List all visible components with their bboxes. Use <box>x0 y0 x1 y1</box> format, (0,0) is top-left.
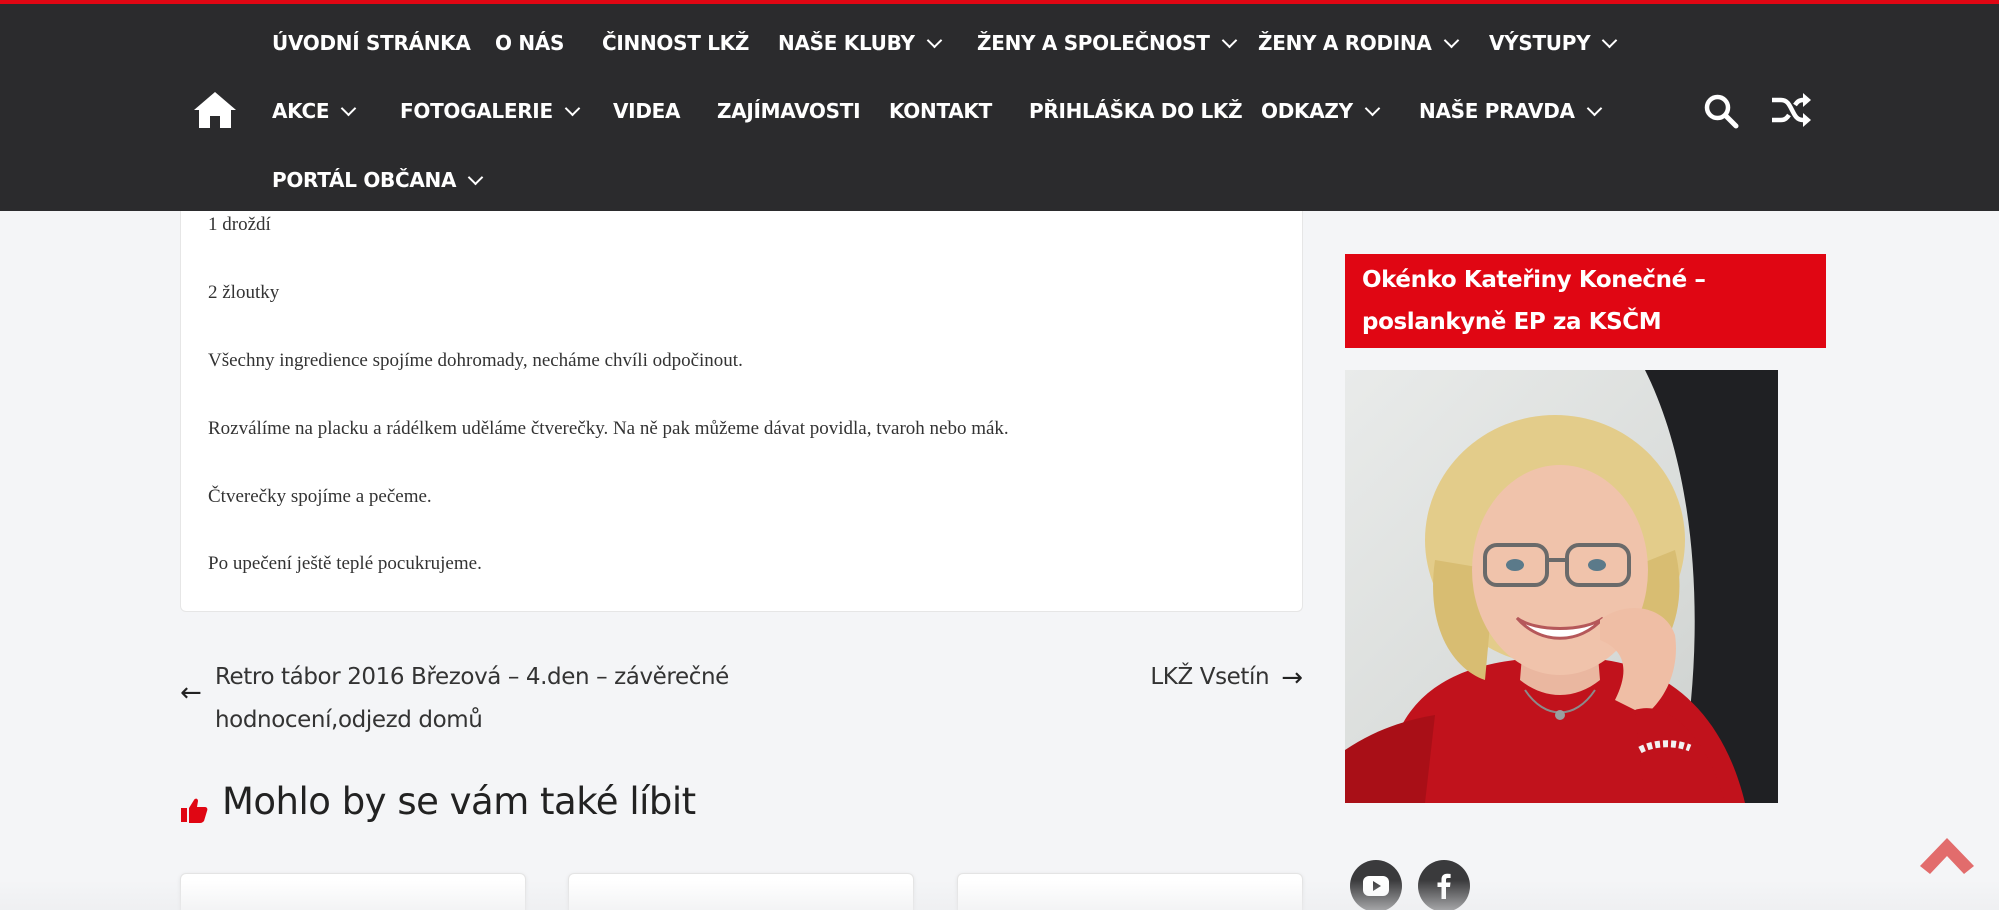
main-navigation: ÚVODNÍ STRÁNKA O NÁS ČINNOST LKŽ NAŠE KL… <box>0 0 1999 211</box>
next-post-link[interactable]: LKŽ Vsetín → <box>1150 656 1303 699</box>
chevron-down-icon <box>1443 32 1459 48</box>
nav-item-o-nas[interactable]: O NÁS <box>495 24 564 62</box>
article-paragraph: Po upečení ještě teplé pocukrujeme. <box>208 553 482 574</box>
nav-item-label: VIDEA <box>613 99 681 123</box>
nav-item-cinnost-lkz[interactable]: ČINNOST LKŽ <box>602 24 749 62</box>
chevron-down-icon <box>1364 100 1381 116</box>
nav-item-label: ŽENY A SPOLEČNOST <box>977 31 1210 55</box>
article-paragraph: 1 droždí <box>208 214 271 235</box>
youtube-icon <box>1363 876 1389 896</box>
nav-item-label: ÚVODNÍ STRÁNKA <box>272 31 471 55</box>
nav-item-kontakt[interactable]: KONTAKT <box>889 92 992 130</box>
thumbs-up-icon <box>181 798 208 823</box>
nav-item-label: O NÁS <box>495 31 565 55</box>
nav-item-vystupy[interactable]: VÝSTUPY <box>1489 24 1618 62</box>
facebook-icon <box>1437 873 1451 899</box>
nav-item-label: NAŠE KLUBY <box>778 31 915 55</box>
nav-item-label: ČINNOST LKŽ <box>602 31 750 55</box>
facebook-button[interactable] <box>1418 860 1470 910</box>
nav-item-label: VÝSTUPY <box>1489 31 1591 55</box>
chevron-down-icon <box>564 100 581 116</box>
chevron-down-icon <box>1221 32 1237 48</box>
article-card <box>180 211 1303 612</box>
nav-item-label: ŽENY A RODINA <box>1258 31 1432 55</box>
nav-item-label: KONTAKT <box>889 99 992 123</box>
chevron-down-icon <box>1586 100 1602 116</box>
chevron-down-icon <box>467 169 484 185</box>
nav-item-prihlaska[interactable]: PŘIHLÁŠKA DO LKŽ <box>1029 92 1243 130</box>
nav-item-label: PORTÁL OBČANA <box>272 168 457 192</box>
portrait-illustration <box>1345 370 1778 803</box>
nav-item-fotogalerie[interactable]: FOTOGALERIE <box>400 92 581 130</box>
article-paragraph: Všechny ingredience spojíme dohromady, n… <box>208 350 743 371</box>
nav-item-zeny-a-spolecnost[interactable]: ŽENY A SPOLEČNOST <box>977 24 1237 62</box>
related-post-card[interactable] <box>568 873 914 910</box>
nav-item-uvodni-stranka[interactable]: ÚVODNÍ STRÁNKA <box>272 24 471 62</box>
nav-item-label: FOTOGALERIE <box>400 99 553 123</box>
nav-item-zeny-a-rodina[interactable]: ŽENY A RODINA <box>1258 24 1459 62</box>
nav-item-odkazy[interactable]: ODKAZY <box>1261 92 1381 130</box>
chevron-down-icon <box>926 32 942 48</box>
article-paragraph: Rozválíme na placku a rádélkem uděláme č… <box>208 418 1009 439</box>
related-posts-heading: Mohlo by se vám také líbit <box>222 780 696 823</box>
nav-item-label: PŘIHLÁŠKA DO LKŽ <box>1029 99 1243 123</box>
related-post-card[interactable] <box>180 873 526 910</box>
nav-item-label: ZAJÍMAVOSTI <box>717 99 861 123</box>
nav-item-akce[interactable]: AKCE <box>272 92 357 130</box>
arrow-right-icon: → <box>1281 662 1303 693</box>
article-paragraph: 2 žloutky <box>208 282 280 303</box>
home-icon[interactable] <box>192 90 238 130</box>
nav-item-videa[interactable]: VIDEA <box>613 92 680 130</box>
chevron-down-icon <box>340 100 357 116</box>
nav-item-nase-kluby[interactable]: NAŠE KLUBY <box>778 24 942 62</box>
nav-item-nase-pravda[interactable]: NAŠE PRAVDA <box>1419 92 1602 130</box>
arrow-left-icon: ← <box>180 678 202 708</box>
nav-item-zajimavosti[interactable]: ZAJÍMAVOSTI <box>717 92 861 130</box>
widget-title: Okénko Kateřiny Konečné – poslankyně EP … <box>1362 267 1706 335</box>
nav-item-label: AKCE <box>272 99 330 123</box>
article-paragraph: Čtverečky spojíme a pečeme. <box>208 486 432 507</box>
nav-item-portal-obcana[interactable]: PORTÁL OBČANA <box>272 161 484 199</box>
nav-item-label: ODKAZY <box>1261 99 1353 123</box>
chevron-down-icon <box>1602 32 1618 48</box>
next-post-title: LKŽ Vsetín <box>1150 664 1270 690</box>
chevron-up-icon[interactable] <box>1918 836 1976 876</box>
nav-item-label: NAŠE PRAVDA <box>1419 99 1575 123</box>
related-post-card[interactable] <box>957 873 1303 910</box>
portrait-photo[interactable] <box>1345 370 1778 803</box>
youtube-button[interactable] <box>1350 860 1402 910</box>
search-icon[interactable] <box>1703 93 1739 129</box>
shuffle-icon[interactable] <box>1770 92 1812 128</box>
previous-post-title: Retro tábor 2016 Březová – 4.den – závěr… <box>215 664 729 733</box>
